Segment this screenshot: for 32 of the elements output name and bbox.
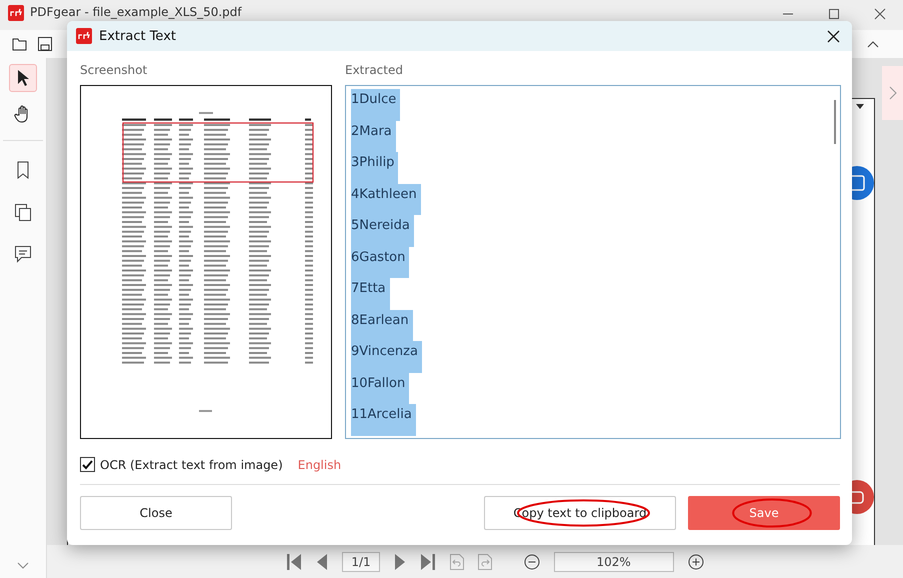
extracted-text-area[interactable]: 1Dulce 2Mara 3Philip 4Kathleen 5Nereida 6Gaston 7Etta 8Earlean 9Vincenza 10Fallon 11Arcelia xyxy=(345,85,841,439)
zoom-field[interactable]: 102% xyxy=(554,552,674,572)
chevron-up-icon[interactable] xyxy=(867,40,879,48)
close-icon[interactable] xyxy=(827,30,840,42)
comment-icon[interactable] xyxy=(14,245,32,263)
pointer-tool[interactable] xyxy=(9,64,37,92)
ocr-label[interactable]: OCR (Extract text from image) xyxy=(100,458,283,472)
first-page-icon[interactable] xyxy=(286,552,302,570)
save-icon[interactable] xyxy=(38,37,52,51)
pointer-icon xyxy=(16,69,30,87)
last-page-icon[interactable] xyxy=(420,552,436,570)
zoom-out-icon[interactable] xyxy=(524,554,540,570)
language-link[interactable]: English xyxy=(298,458,342,472)
previous-page-icon[interactable] xyxy=(316,552,328,570)
app-logo-icon xyxy=(76,28,92,44)
chevron-down-icon[interactable] xyxy=(17,562,29,570)
bookmark-icon[interactable] xyxy=(16,161,30,179)
pages-icon[interactable] xyxy=(14,203,32,221)
window-title: PDFgear - file_example_XLS_50.pdf xyxy=(30,5,242,20)
folder-icon[interactable] xyxy=(12,37,28,51)
screenshot-label: Screenshot xyxy=(80,63,148,78)
close-button[interactable]: Close xyxy=(80,496,232,530)
scrollbar-thumb[interactable] xyxy=(834,100,836,144)
page-number-field[interactable]: 1/1 xyxy=(342,552,380,572)
caret-icon[interactable] xyxy=(856,104,864,109)
chevron-right-icon xyxy=(888,86,896,100)
app-logo-icon xyxy=(8,5,24,21)
ocr-checkbox[interactable] xyxy=(80,457,95,472)
extracted-label: Extracted xyxy=(345,63,404,78)
zoom-in-icon[interactable] xyxy=(688,554,704,570)
dialog-title: Extract Text xyxy=(99,28,176,44)
next-page-icon[interactable] xyxy=(394,552,406,570)
